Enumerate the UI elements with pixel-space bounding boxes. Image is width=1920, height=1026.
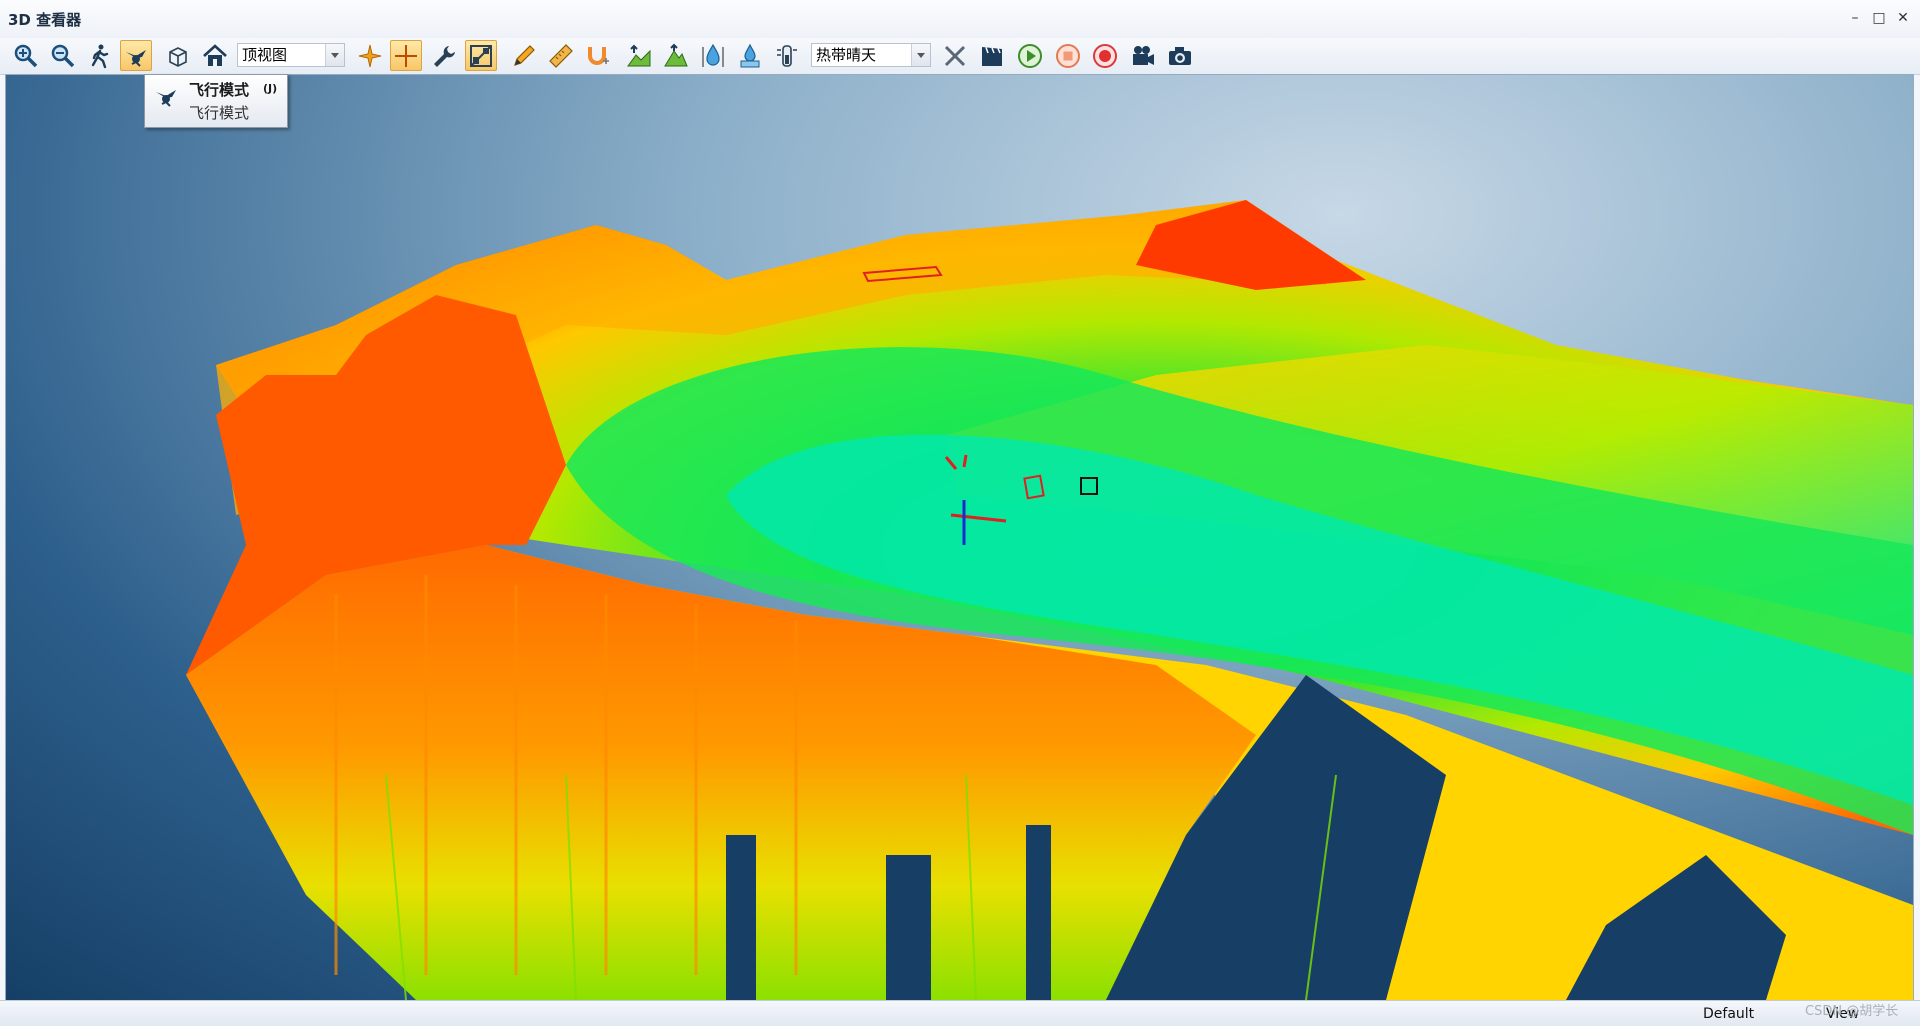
tooltip-description: 飞行模式	[189, 104, 250, 122]
video-camera-icon	[1133, 45, 1154, 65]
record-button[interactable]	[1089, 40, 1121, 71]
slope-tool-button[interactable]	[465, 40, 497, 71]
fly-mode-tooltip: 飞行模式 (J) 飞行模式	[144, 74, 288, 128]
weather-gauge-button[interactable]	[771, 40, 803, 71]
tooltip-shortcut: (J)	[263, 82, 278, 95]
walk-icon	[91, 44, 109, 68]
center-point-button[interactable]	[354, 40, 386, 71]
weather-select-value: 热带晴天	[816, 46, 877, 64]
measure-tool-button[interactable]	[545, 40, 577, 71]
magnet-icon	[588, 46, 609, 65]
clapper-icon	[982, 46, 1002, 66]
clear-tools-button[interactable]	[939, 40, 971, 71]
chevron-down-icon	[911, 44, 930, 66]
box-icon	[169, 46, 187, 67]
settings-tool-button[interactable]	[428, 40, 460, 71]
animation-button[interactable]	[976, 40, 1008, 71]
weather-select[interactable]: 热带晴天	[811, 43, 931, 67]
snap-tool-button[interactable]	[582, 40, 614, 71]
crosshair-icon	[358, 44, 382, 67]
screenshot-button[interactable]	[1164, 40, 1196, 71]
slope-icon	[470, 44, 492, 67]
walk-mode-button[interactable]	[84, 40, 116, 71]
tools-cross-icon	[944, 45, 966, 66]
terrain-raise-icon	[627, 44, 651, 66]
axis-cross-icon	[395, 44, 417, 67]
home-view-button[interactable]	[199, 40, 231, 71]
stop-button[interactable]	[1052, 40, 1084, 71]
view-select[interactable]: 顶视图	[237, 43, 345, 67]
3d-viewport[interactable]	[5, 74, 1914, 1001]
draw-tool-button[interactable]	[508, 40, 540, 71]
zoom-out-button[interactable]	[47, 40, 79, 71]
terrain-render[interactable]	[6, 75, 1913, 1000]
terrain-raise-button[interactable]	[623, 40, 655, 71]
status-default: Default	[1703, 1006, 1755, 1022]
watermark: CSDN @胡学长	[1805, 1004, 1899, 1019]
fly-icon	[126, 49, 146, 67]
camera-icon	[1169, 46, 1191, 65]
terrain-peak-button[interactable]	[660, 40, 692, 71]
play-icon	[1018, 43, 1042, 68]
bounding-box-button[interactable]	[162, 40, 194, 71]
axis-toggle-button[interactable]	[390, 40, 422, 71]
play-button[interactable]	[1014, 40, 1046, 71]
ruler-icon	[549, 43, 573, 68]
view-select-value: 顶视图	[242, 46, 288, 64]
maximize-button[interactable]: □	[1868, 7, 1890, 29]
stop-icon	[1056, 43, 1080, 68]
zoom-in-icon	[14, 44, 38, 67]
status-bar: Default View	[0, 1000, 1920, 1026]
toolbar: 顶视图 热带晴天	[0, 38, 1920, 75]
water-level-button[interactable]	[734, 40, 766, 71]
zoom-out-icon	[51, 44, 75, 67]
pencil-icon	[514, 44, 535, 66]
record-icon	[1093, 43, 1117, 68]
title-bar: 3D 查看器 – □ ✕	[0, 0, 1920, 38]
water-level-icon	[740, 43, 760, 67]
window-title: 3D 查看器	[8, 11, 82, 29]
tooltip-title: 飞行模式	[189, 81, 250, 99]
wrench-icon	[434, 45, 455, 67]
water-analysis-button[interactable]	[697, 40, 729, 71]
chevron-down-icon	[325, 44, 344, 66]
minimize-button[interactable]: –	[1844, 7, 1866, 29]
close-button[interactable]: ✕	[1892, 7, 1914, 29]
terrain-peak-icon	[664, 43, 688, 66]
home-icon	[203, 43, 227, 66]
video-capture-button[interactable]	[1127, 40, 1159, 71]
fly-mode-button[interactable]	[120, 40, 152, 71]
zoom-in-button[interactable]	[10, 40, 42, 71]
fly-icon	[156, 90, 176, 107]
water-drop-icon	[702, 43, 724, 67]
gauge-icon	[777, 44, 797, 67]
